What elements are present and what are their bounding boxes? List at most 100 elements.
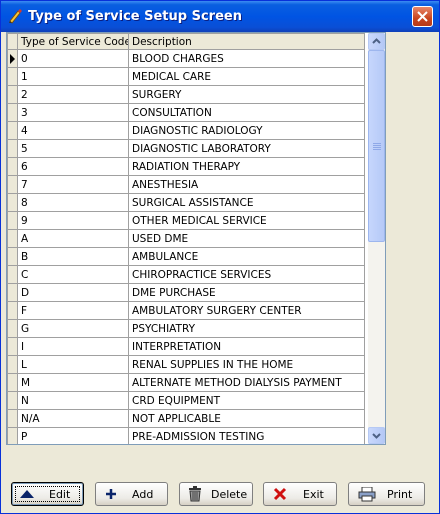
description-cell[interactable]: CHIROPRACTICE SERVICES bbox=[128, 265, 365, 284]
service-code-cell[interactable]: 3 bbox=[17, 103, 129, 122]
table-row[interactable]: 9 OTHER MEDICAL SERVICE bbox=[7, 211, 365, 230]
description-cell[interactable]: NOT APPLICABLE bbox=[128, 409, 365, 428]
service-grid[interactable]: Type of Service Code Description 0 BLOOD … bbox=[6, 32, 386, 445]
description-cell[interactable]: BLOOD CHARGES bbox=[128, 49, 365, 68]
description-cell[interactable]: ALTERNATE METHOD DIALYSIS PAYMENT bbox=[128, 373, 365, 392]
row-selector[interactable] bbox=[7, 139, 18, 158]
service-code-cell[interactable]: I bbox=[17, 337, 129, 356]
service-code-cell[interactable]: N/A bbox=[17, 409, 129, 428]
service-code-cell[interactable]: N bbox=[17, 391, 129, 410]
row-selector[interactable] bbox=[7, 283, 18, 302]
row-selector[interactable] bbox=[7, 193, 18, 212]
row-selector[interactable] bbox=[7, 229, 18, 248]
description-cell[interactable]: DME PURCHASE bbox=[128, 283, 365, 302]
description-cell[interactable]: DIAGNOSTIC RADIOLOGY bbox=[128, 121, 365, 140]
table-row[interactable]: N/A NOT APPLICABLE bbox=[7, 409, 365, 428]
service-code-cell[interactable]: 9 bbox=[17, 211, 129, 230]
row-selector[interactable] bbox=[7, 337, 18, 356]
vertical-scrollbar[interactable] bbox=[368, 33, 385, 444]
description-cell[interactable]: SURGERY bbox=[128, 85, 365, 104]
table-row[interactable]: D DME PURCHASE bbox=[7, 283, 365, 302]
table-row[interactable]: B AMBULANCE bbox=[7, 247, 365, 266]
row-selector[interactable] bbox=[7, 103, 18, 122]
service-code-cell[interactable]: D bbox=[17, 283, 129, 302]
edit-button[interactable]: Edit bbox=[11, 482, 84, 506]
service-code-cell[interactable]: 8 bbox=[17, 193, 129, 212]
table-row[interactable]: 7 ANESTHESIA bbox=[7, 175, 365, 194]
row-selector[interactable] bbox=[7, 247, 18, 266]
row-selector[interactable] bbox=[7, 409, 18, 428]
service-code-cell[interactable]: A bbox=[17, 229, 129, 248]
service-code-cell[interactable]: 1 bbox=[17, 67, 129, 86]
row-selector[interactable] bbox=[7, 301, 18, 320]
table-row[interactable]: M ALTERNATE METHOD DIALYSIS PAYMENT bbox=[7, 373, 365, 392]
table-row[interactable]: 8 SURGICAL ASSISTANCE bbox=[7, 193, 365, 212]
table-row[interactable]: C CHIROPRACTICE SERVICES bbox=[7, 265, 365, 284]
service-code-cell[interactable]: B bbox=[17, 247, 129, 266]
row-selector[interactable] bbox=[7, 175, 18, 194]
column-header-code[interactable]: Type of Service Code bbox=[17, 33, 129, 50]
description-cell[interactable]: PRE-ADMISSION TESTING bbox=[128, 427, 365, 444]
description-cell[interactable]: RADIATION THERAPY bbox=[128, 157, 365, 176]
service-code-cell[interactable]: P bbox=[17, 427, 129, 444]
scrollbar-thumb[interactable] bbox=[368, 50, 385, 242]
delete-button[interactable]: Delete bbox=[179, 482, 253, 506]
row-selector[interactable] bbox=[7, 427, 18, 444]
row-selector[interactable] bbox=[7, 391, 18, 410]
description-cell[interactable]: USED DME bbox=[128, 229, 365, 248]
row-selector[interactable] bbox=[7, 373, 18, 392]
description-cell[interactable]: RENAL SUPPLIES IN THE HOME bbox=[128, 355, 365, 374]
table-row[interactable]: P PRE-ADMISSION TESTING bbox=[7, 427, 365, 444]
row-selector[interactable] bbox=[7, 157, 18, 176]
table-row[interactable]: G PSYCHIATRY bbox=[7, 319, 365, 338]
scroll-up-button[interactable] bbox=[368, 33, 385, 50]
service-code-cell[interactable]: 4 bbox=[17, 121, 129, 140]
service-code-cell[interactable]: 7 bbox=[17, 175, 129, 194]
row-selector[interactable] bbox=[7, 265, 18, 284]
description-cell[interactable]: AMBULATORY SURGERY CENTER bbox=[128, 301, 365, 320]
row-selector[interactable] bbox=[7, 49, 18, 68]
service-code-cell[interactable]: C bbox=[17, 265, 129, 284]
table-row[interactable]: F AMBULATORY SURGERY CENTER bbox=[7, 301, 365, 320]
table-row[interactable]: 0 BLOOD CHARGES bbox=[7, 49, 365, 68]
table-row[interactable]: 1 MEDICAL CARE bbox=[7, 67, 365, 86]
service-code-cell[interactable]: L bbox=[17, 355, 129, 374]
table-row[interactable]: I INTERPRETATION bbox=[7, 337, 365, 356]
description-cell[interactable]: PSYCHIATRY bbox=[128, 319, 365, 338]
description-cell[interactable]: SURGICAL ASSISTANCE bbox=[128, 193, 365, 212]
row-selector[interactable] bbox=[7, 85, 18, 104]
service-code-cell[interactable]: 0 bbox=[17, 49, 129, 68]
service-code-cell[interactable]: 5 bbox=[17, 139, 129, 158]
table-row[interactable]: 2 SURGERY bbox=[7, 85, 365, 104]
table-row[interactable]: N CRD EQUIPMENT bbox=[7, 391, 365, 410]
add-button[interactable]: Add bbox=[95, 482, 168, 506]
service-code-cell[interactable]: M bbox=[17, 373, 129, 392]
row-selector[interactable] bbox=[7, 319, 18, 338]
service-code-cell[interactable]: G bbox=[17, 319, 129, 338]
table-row[interactable]: 5 DIAGNOSTIC LABORATORY bbox=[7, 139, 365, 158]
description-cell[interactable]: CONSULTATION bbox=[128, 103, 365, 122]
table-row[interactable]: 4 DIAGNOSTIC RADIOLOGY bbox=[7, 121, 365, 140]
service-code-cell[interactable]: F bbox=[17, 301, 129, 320]
description-cell[interactable]: MEDICAL CARE bbox=[128, 67, 365, 86]
description-cell[interactable]: INTERPRETATION bbox=[128, 337, 365, 356]
row-selector[interactable] bbox=[7, 355, 18, 374]
service-code-cell[interactable]: 2 bbox=[17, 85, 129, 104]
exit-button[interactable]: Exit bbox=[263, 482, 337, 506]
scroll-down-button[interactable] bbox=[368, 427, 385, 444]
close-button[interactable] bbox=[412, 6, 433, 27]
table-row[interactable]: L RENAL SUPPLIES IN THE HOME bbox=[7, 355, 365, 374]
table-row[interactable]: A USED DME bbox=[7, 229, 365, 248]
table-row[interactable]: 3 CONSULTATION bbox=[7, 103, 365, 122]
service-code-cell[interactable]: 6 bbox=[17, 157, 129, 176]
description-cell[interactable]: AMBULANCE bbox=[128, 247, 365, 266]
description-cell[interactable]: OTHER MEDICAL SERVICE bbox=[128, 211, 365, 230]
description-cell[interactable]: DIAGNOSTIC LABORATORY bbox=[128, 139, 365, 158]
table-row[interactable]: 6 RADIATION THERAPY bbox=[7, 157, 365, 176]
description-cell[interactable]: CRD EQUIPMENT bbox=[128, 391, 365, 410]
row-selector[interactable] bbox=[7, 211, 18, 230]
row-selector[interactable] bbox=[7, 121, 18, 140]
column-header-description[interactable]: Description bbox=[128, 33, 365, 50]
row-selector[interactable] bbox=[7, 67, 18, 86]
description-cell[interactable]: ANESTHESIA bbox=[128, 175, 365, 194]
